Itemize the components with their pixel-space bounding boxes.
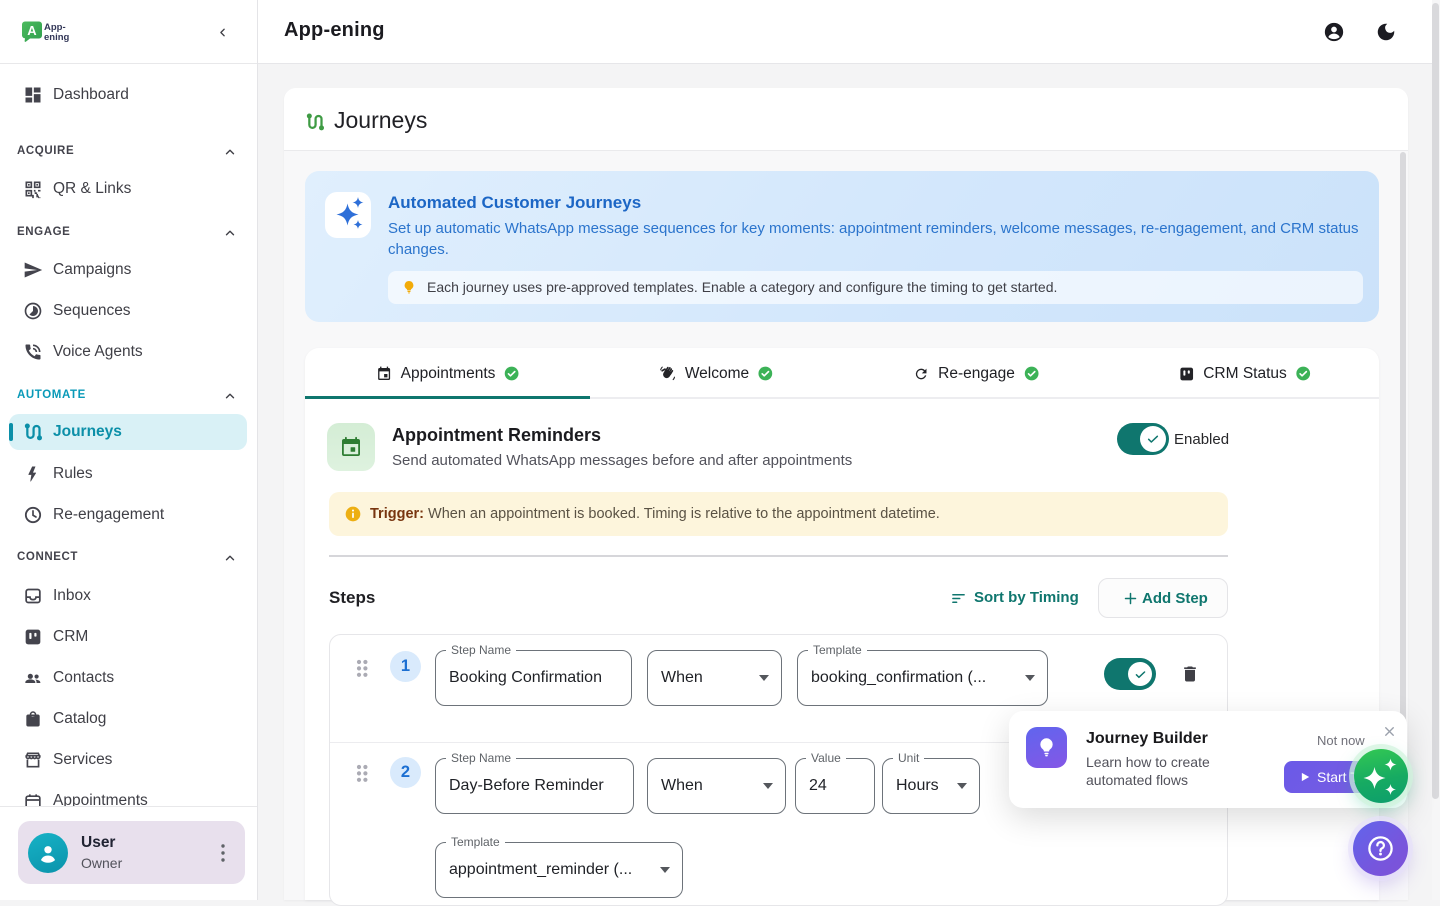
svg-text:A: A	[27, 23, 37, 38]
